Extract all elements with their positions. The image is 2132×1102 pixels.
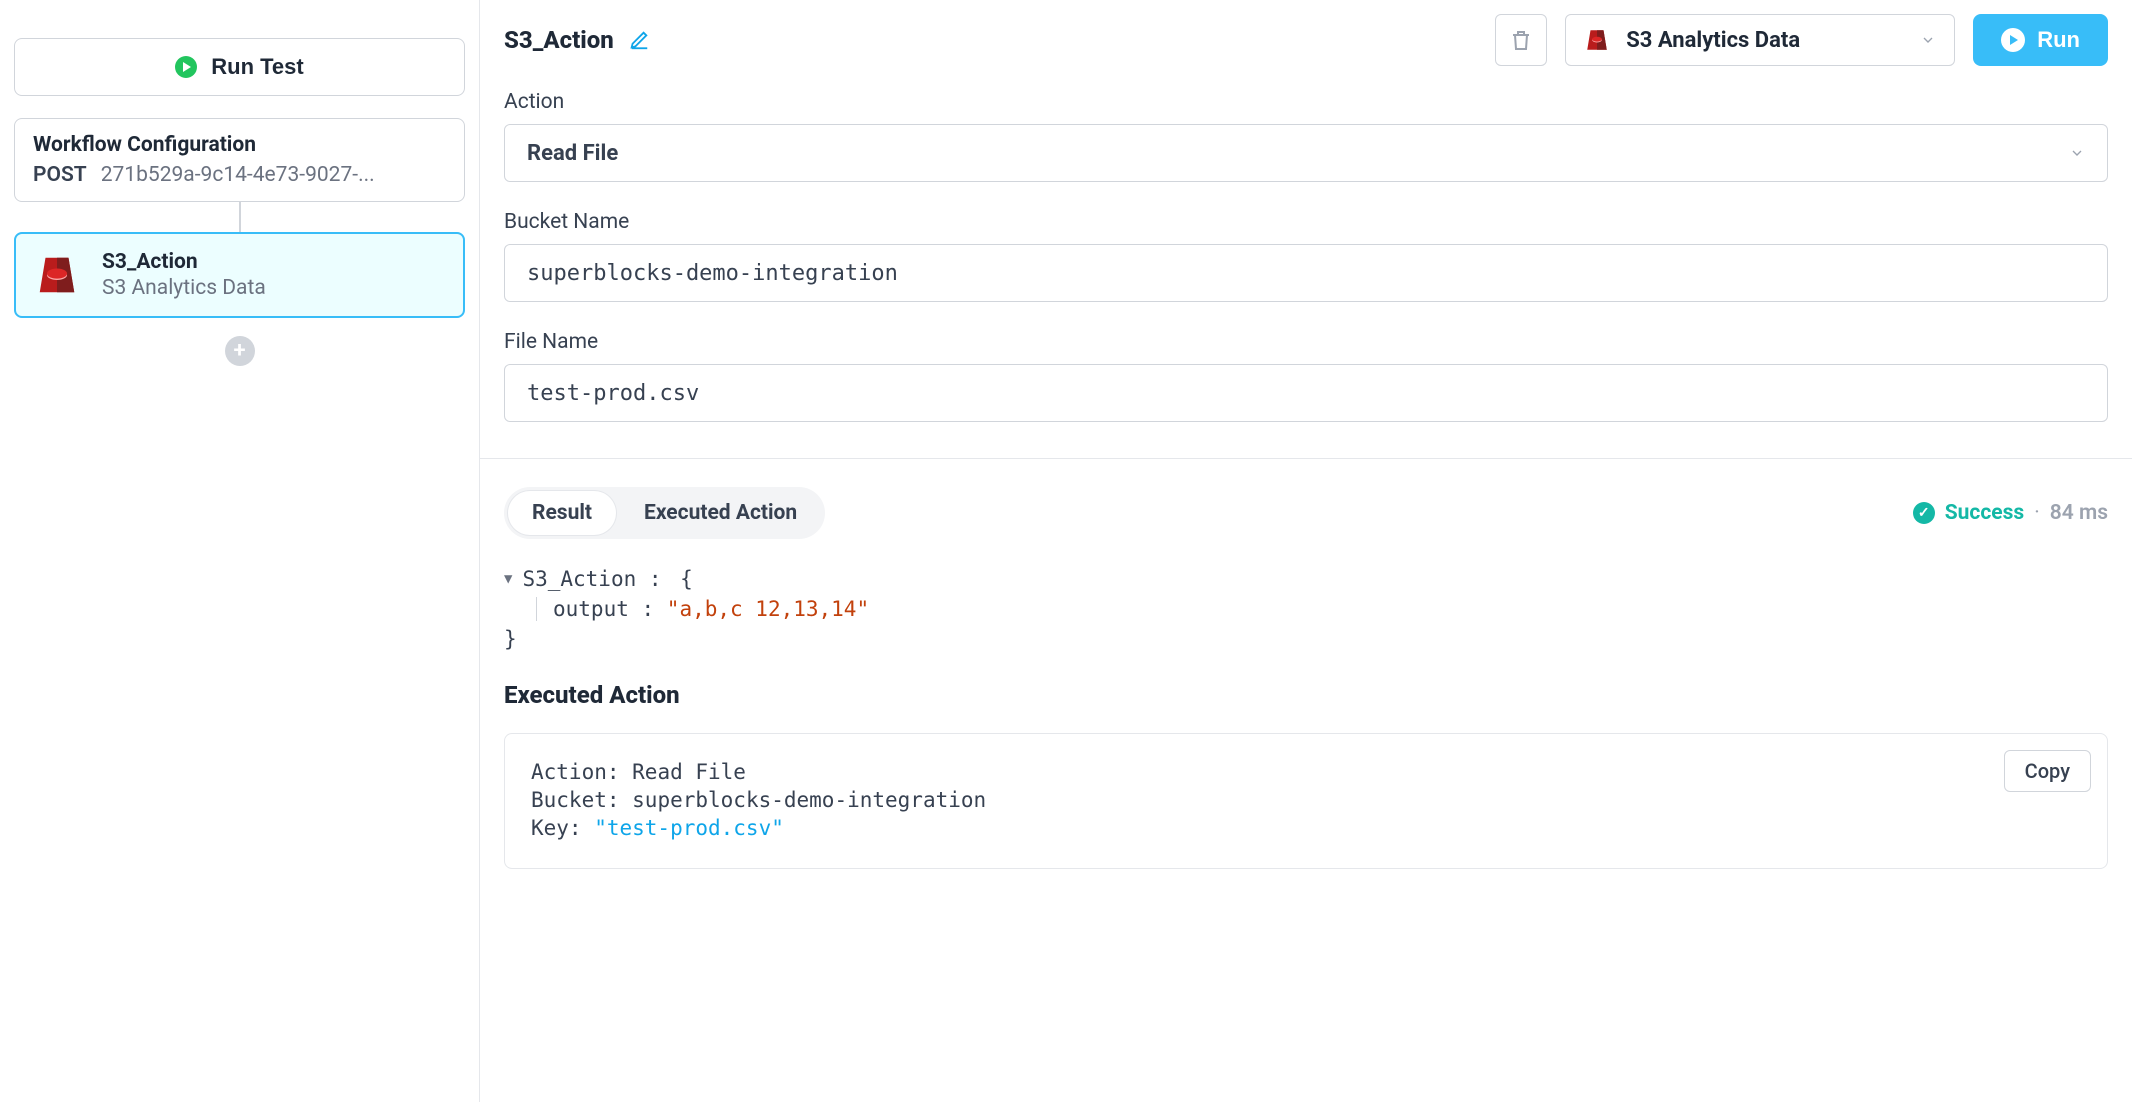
tab-executed-action[interactable]: Executed Action <box>620 491 821 535</box>
file-input[interactable]: test-prod.csv <box>504 364 2108 422</box>
play-icon <box>175 56 197 78</box>
exec-action-value: Read File <box>632 760 746 784</box>
json-output-value: "a,b,c 12,13,14" <box>667 597 869 621</box>
action-label: Action <box>504 90 2108 114</box>
field-bucket: Bucket Name superblocks-demo-integration <box>504 210 2108 302</box>
field-action: Action Read File <box>504 90 2108 182</box>
json-toggle-icon[interactable]: ▼ <box>504 571 512 587</box>
endpoint-id: 271b529a-9c14-4e73-9027-... <box>101 163 375 187</box>
step-card-s3-action[interactable]: S3_Action S3 Analytics Data <box>14 232 465 318</box>
result-tabs: Result Executed Action <box>504 487 825 539</box>
bucket-label: Bucket Name <box>504 210 2108 234</box>
exec-line-bucket: Bucket: superblocks-demo-integration <box>531 788 2081 812</box>
page-title: S3_Action <box>504 26 614 54</box>
header: S3_Action <box>480 0 2132 66</box>
dot-separator: · <box>2034 501 2040 525</box>
action-select[interactable]: Read File <box>504 124 2108 182</box>
step-name: S3_Action <box>102 250 266 274</box>
form-area: Action Read File Bucket Name superblocks… <box>480 66 2132 458</box>
datasource-label: S3 Analytics Data <box>1626 28 1904 53</box>
json-result: ▼ S3_Action : { output : "a,b,c 12,13,14… <box>504 567 2108 651</box>
s3-icon <box>1584 27 1610 53</box>
latency-text: 84 ms <box>2050 501 2108 525</box>
connector-line <box>239 202 241 232</box>
run-button[interactable]: Run <box>1973 14 2108 66</box>
results-panel: Result Executed Action Success · 84 ms ▼… <box>480 459 2132 897</box>
success-icon <box>1913 502 1935 524</box>
bucket-input[interactable]: superblocks-demo-integration <box>504 244 2108 302</box>
s3-icon <box>34 252 80 298</box>
exec-line-action: Action: Read File <box>531 760 2081 784</box>
sidebar: Run Test Workflow Configuration POST 271… <box>0 0 480 1102</box>
add-step-button[interactable]: + <box>225 336 255 366</box>
tab-result[interactable]: Result <box>508 491 616 535</box>
bucket-value: superblocks-demo-integration <box>527 261 898 286</box>
copy-button[interactable]: Copy <box>2004 750 2091 792</box>
exec-line-key: Key: "test-prod.csv" <box>531 816 2081 840</box>
executed-action-title: Executed Action <box>504 681 2108 709</box>
chevron-down-icon <box>1920 32 1936 48</box>
workflow-config-sub: POST 271b529a-9c14-4e73-9027-... <box>33 163 446 187</box>
trash-icon <box>1509 28 1533 52</box>
edit-title-icon[interactable] <box>628 29 650 51</box>
executed-action-card: Copy Action: Read File Bucket: superbloc… <box>504 733 2108 869</box>
run-label: Run <box>2037 27 2080 53</box>
workflow-config-title: Workflow Configuration <box>33 133 446 157</box>
exec-key-value: "test-prod.csv" <box>594 816 784 840</box>
file-label: File Name <box>504 330 2108 354</box>
exec-bucket-value: superblocks-demo-integration <box>632 788 986 812</box>
page-title-wrap: S3_Action <box>504 26 650 54</box>
exec-key-prefix: Key: <box>531 816 594 840</box>
status-text: Success <box>1945 501 2025 525</box>
exec-action-prefix: Action: <box>531 760 632 784</box>
step-sub: S3 Analytics Data <box>102 276 266 300</box>
json-output-key: output <box>553 597 629 621</box>
datasource-select[interactable]: S3 Analytics Data <box>1565 14 1955 66</box>
action-value: Read File <box>527 141 618 166</box>
delete-button[interactable] <box>1495 14 1547 66</box>
chevron-down-icon <box>2069 145 2085 161</box>
status-line: Success · 84 ms <box>1913 501 2108 525</box>
exec-bucket-prefix: Bucket: <box>531 788 632 812</box>
run-test-button[interactable]: Run Test <box>14 38 465 96</box>
file-value: test-prod.csv <box>527 381 699 406</box>
field-file: File Name test-prod.csv <box>504 330 2108 422</box>
step-text: S3_Action S3 Analytics Data <box>102 250 266 300</box>
workflow-config-card[interactable]: Workflow Configuration POST 271b529a-9c1… <box>14 118 465 202</box>
http-method: POST <box>33 163 87 187</box>
play-icon <box>2001 28 2025 52</box>
results-header: Result Executed Action Success · 84 ms <box>504 487 2108 539</box>
json-root-key: S3_Action <box>522 567 636 591</box>
main-panel: S3_Action <box>480 0 2132 1102</box>
run-test-label: Run Test <box>211 54 303 80</box>
